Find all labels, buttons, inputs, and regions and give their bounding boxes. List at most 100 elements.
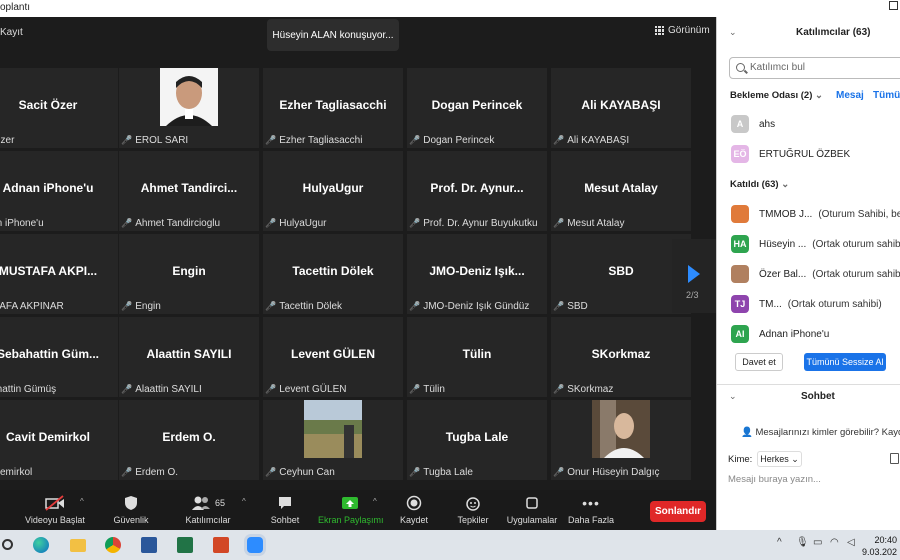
participant-tile[interactable]: Sebahattin Güm... ebahattin Gümüş: [0, 317, 118, 397]
participant-display-name: Ezher Tagliasacchi: [279, 98, 387, 112]
participants-button[interactable]: 65 Katılımcılar: [181, 494, 235, 525]
muted-mic-icon: 🎤: [553, 301, 565, 311]
participant-tile[interactable]: Tugba Lale 🎤 Tugba Lale: [407, 400, 547, 480]
participant-photo: [160, 68, 218, 126]
participant-tile[interactable]: 🎤 Ceyhun Can: [263, 400, 403, 480]
participant-name: HulyaUgur: [279, 218, 327, 229]
participant-tile[interactable]: Prof. Dr. Aynur... 🎤 Prof. Dr. Aynur Buyuk…: [407, 151, 547, 231]
participant-tile[interactable]: MUSTAFA AKPI... USTAFA AKPINAR: [0, 234, 118, 314]
participant-name-label: ebahattin Gümüş: [0, 384, 56, 395]
participant-name-label: vit Demirkol: [0, 467, 32, 478]
invite-button[interactable]: Davet et: [735, 353, 783, 371]
speaking-banner: Hüseyin ALAN konuşuyor...: [267, 19, 399, 51]
participant-tile[interactable]: Ezher Tagliasacchi 🎤 Ezher Tagliasacchi: [263, 68, 403, 148]
restore-window-icon[interactable]: [889, 1, 898, 10]
taskbar-clock[interactable]: 20:40 9.03.202: [862, 534, 897, 558]
participant-search-input[interactable]: Katılımcı bul: [729, 57, 900, 79]
microphone-icon[interactable]: 🎙: [796, 537, 809, 548]
powerpoint-icon[interactable]: [213, 537, 229, 553]
participant-name: JMO-Deniz Işık Gündüz: [423, 301, 530, 312]
file-icon[interactable]: [890, 453, 899, 464]
participant-display-name: Sacit Özer: [18, 98, 78, 112]
participant-display-name: Prof. Dr. Aynur...: [430, 181, 524, 195]
word-icon[interactable]: [141, 537, 157, 553]
start-video-button[interactable]: Videoyu Başlat: [24, 494, 86, 525]
participant-video: [304, 400, 362, 458]
participant-row[interactable]: TMMOB J... (Oturum Sahibi, ben): [731, 203, 900, 225]
participant-tile[interactable]: Engin 🎤 Engin: [119, 234, 259, 314]
waiting-room-header[interactable]: Bekleme Odası (2) ⌄: [730, 90, 823, 101]
participant-tile[interactable]: HulyaUgur 🎤 HulyaUgur: [263, 151, 403, 231]
participant-tile[interactable]: JMO-Deniz Işık... 🎤 JMO-Deniz Işık Gündüz: [407, 234, 547, 314]
participant-row[interactable]: Özer Bal... (Ortak oturum sahibi): [731, 263, 900, 285]
view-button[interactable]: Görünüm: [655, 25, 710, 36]
participant-tile[interactable]: 🎤 EROL SARI: [119, 68, 259, 148]
participant-tile[interactable]: Dogan Perincek 🎤 Dogan Perincek: [407, 68, 547, 148]
participant-tile[interactable]: Ali KAYABAŞI 🎤 Ali KAYABAŞI: [551, 68, 691, 148]
participant-display-name: Mesut Atalay: [584, 181, 658, 195]
volume-icon[interactable]: ◁: [847, 537, 855, 548]
participant-tile[interactable]: SKorkmaz 🎤 SKorkmaz: [551, 317, 691, 397]
message-link[interactable]: Mesaj: [836, 90, 864, 101]
collapse-chevron-icon[interactable]: ⌄: [729, 391, 737, 402]
participant-name-label: 🎤 EROL SARI: [121, 135, 188, 146]
tray-chevron-icon[interactable]: ^: [777, 537, 782, 548]
participant-tile[interactable]: Cavit Demirkol vit Demirkol: [0, 400, 118, 480]
apps-button[interactable]: Uygulamalar: [505, 494, 559, 525]
record-icon: [406, 495, 422, 511]
chrome-icon[interactable]: [105, 537, 121, 553]
security-button[interactable]: Güvenlik: [108, 494, 154, 525]
collapse-chevron-icon[interactable]: ⌄: [729, 27, 737, 38]
network-icon[interactable]: ▭: [813, 537, 822, 548]
end-meeting-button[interactable]: Sonlandır: [650, 501, 706, 522]
share-options-caret[interactable]: ^: [373, 497, 377, 506]
file-explorer-icon[interactable]: [70, 539, 86, 552]
participant-name-label: 🎤 SBD: [553, 301, 588, 312]
participant-name-label: 🎤 Levent GÜLEN: [265, 384, 346, 395]
chat-button[interactable]: Sohbet: [268, 494, 302, 525]
participants-options-caret[interactable]: ^: [242, 497, 246, 506]
avatar: AI: [731, 325, 749, 343]
search-placeholder: Katılımcı bul: [750, 62, 806, 73]
mute-all-button[interactable]: Tümünü Sessize Al: [804, 353, 886, 371]
chat-visibility-notice[interactable]: 👤 Mesajlarınızı kimler görebilir? Kaydet…: [741, 427, 900, 438]
wifi-icon[interactable]: ◠: [830, 537, 839, 548]
participant-tile[interactable]: Mesut Atalay 🎤 Mesut Atalay: [551, 151, 691, 231]
next-page-button[interactable]: 2/3: [672, 239, 716, 313]
chat-message-input[interactable]: Mesajı buraya yazın...: [728, 474, 821, 485]
reactions-button[interactable]: Tepkiler: [454, 494, 492, 525]
excel-icon[interactable]: [177, 537, 193, 553]
participant-display-name: Engin: [172, 264, 206, 278]
participant-tile[interactable]: Erdem O. 🎤 Erdem O.: [119, 400, 259, 480]
participant-tile[interactable]: Tülin 🎤 Tülin: [407, 317, 547, 397]
zoom-icon[interactable]: [247, 537, 263, 553]
avatar: A: [731, 115, 749, 133]
participant-role: (Oturum Sahibi, ben): [818, 208, 900, 220]
participant-tile[interactable]: Sacit Özer cit Özer: [0, 68, 118, 148]
participant-tile[interactable]: Ahmet Tandirci... 🎤 Ahmet Tandircioglu: [119, 151, 259, 231]
participant-name-label: 🎤 Onur Hüseyin Dalgıç: [553, 467, 659, 478]
more-button[interactable]: ••• Daha Fazla: [568, 494, 614, 525]
participant-tile[interactable]: Alaattin SAYILI 🎤 Alaattin SAYILI: [119, 317, 259, 397]
edge-browser-icon[interactable]: [33, 537, 49, 553]
recipient-dropdown[interactable]: Herkes ⌄: [757, 451, 802, 467]
participant-tile[interactable]: SBD 🎤 SBD: [551, 234, 691, 314]
joined-header[interactable]: Katıldı (63) ⌄: [730, 179, 789, 190]
participant-row[interactable]: AI Adnan iPhone'u: [731, 323, 900, 345]
participant-row[interactable]: TJ TM... (Ortak oturum sahibi): [731, 293, 900, 315]
participant-row[interactable]: EÖ ERTUĞRUL ÖZBEK: [731, 143, 900, 165]
record-button[interactable]: Kaydet: [398, 494, 430, 525]
chat-header: ⌄ Sohbet: [717, 391, 900, 405]
search-icon[interactable]: [2, 539, 13, 550]
admit-all-link[interactable]: Tümü: [873, 90, 900, 101]
participant-row[interactable]: Aahs: [731, 113, 900, 135]
panel-header: ⌄ Katılımcılar (63): [717, 27, 900, 41]
video-off-icon: [45, 495, 64, 511]
participant-tile[interactable]: Levent GÜLEN 🎤 Levent GÜLEN: [263, 317, 403, 397]
participant-tile[interactable]: 🎤 Onur Hüseyin Dalgıç: [551, 400, 691, 480]
participant-row[interactable]: HA Hüseyin ... (Ortak oturum sahibi): [731, 233, 900, 255]
participant-tile[interactable]: Adnan iPhone'u dnan iPhone'u: [0, 151, 118, 231]
participant-tile[interactable]: Tacettin Dölek 🎤 Tacettin Dölek: [263, 234, 403, 314]
video-options-caret[interactable]: ^: [80, 497, 84, 506]
participant-name-label: 🎤 Alaattin SAYILI: [121, 384, 202, 395]
